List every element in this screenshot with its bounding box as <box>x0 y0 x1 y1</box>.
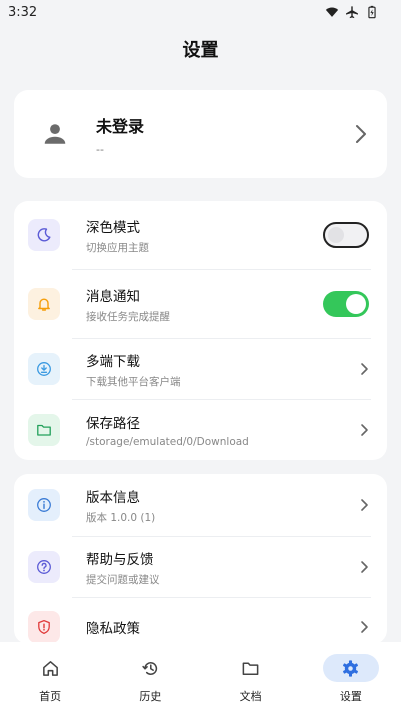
folder-icon <box>37 424 51 436</box>
chevron-right-icon <box>361 424 368 436</box>
help-icon <box>37 560 51 574</box>
folder-icon <box>242 662 259 675</box>
chevron-right-icon <box>361 561 368 573</box>
dark-mode-toggle[interactable] <box>323 222 369 248</box>
download-icon <box>37 362 51 376</box>
row-subtitle: 版本 1.0.0 (1) <box>86 511 156 524</box>
toggle-knob <box>346 294 366 314</box>
row-text: 隐私政策 <box>86 617 359 637</box>
row-title: 深色模式 <box>86 219 140 236</box>
row-title: 多端下载 <box>86 353 140 370</box>
about-row-help[interactable]: 帮助与反馈 提交问题或建议 <box>14 537 387 597</box>
status-icons <box>325 5 379 19</box>
chevron-right-icon <box>356 125 366 143</box>
user-icon <box>44 124 66 144</box>
bell-icon <box>38 298 50 311</box>
row-subtitle: 接收任务完成提醒 <box>86 310 170 323</box>
nav-item-home[interactable]: 首页 <box>0 642 100 713</box>
row-subtitle: /storage/emulated/0/Download <box>86 436 249 448</box>
battery-icon <box>368 5 376 19</box>
settings-row-save-path[interactable]: 保存路径 /storage/emulated/0/Download <box>14 400 387 460</box>
profile-sub: -- <box>96 142 104 156</box>
chevron-right-icon <box>361 363 368 375</box>
info-icon-box <box>28 489 60 521</box>
chevron-right-icon <box>361 621 368 633</box>
chevron-right-icon <box>361 499 368 511</box>
status-bar: 3:32 <box>0 0 401 24</box>
help-icon-box <box>28 551 60 583</box>
bottom-nav: 首页 历史 文档 设置 <box>0 642 401 713</box>
profile-name: 未登录 <box>96 116 145 136</box>
row-text: 多端下载 下载其他平台客户端 <box>86 350 359 389</box>
nav-item-history[interactable]: 历史 <box>100 642 200 713</box>
row-text: 保存路径 /storage/emulated/0/Download <box>86 412 359 448</box>
bell-icon-box <box>28 288 60 320</box>
settings-row-dark-mode[interactable]: 深色模式 切换应用主题 <box>14 201 387 269</box>
profile-text: 未登录 -- <box>96 113 353 156</box>
moon-icon <box>37 228 51 242</box>
nav-label: 设置 <box>339 690 362 703</box>
wifi-icon <box>325 7 339 17</box>
row-text: 消息通知 接收任务完成提醒 <box>86 285 323 324</box>
row-subtitle: 下载其他平台客户端 <box>86 375 181 388</box>
info-icon <box>37 498 51 512</box>
row-title: 保存路径 <box>86 416 140 432</box>
row-title: 隐私政策 <box>86 621 140 637</box>
airplane-icon <box>346 6 358 19</box>
settings-row-multi-download[interactable]: 多端下载 下载其他平台客户端 <box>14 339 387 399</box>
row-text: 帮助与反馈 提交问题或建议 <box>86 548 359 587</box>
row-subtitle: 切换应用主题 <box>86 241 149 254</box>
nav-icon-wrap <box>122 654 178 682</box>
toggle-knob <box>328 227 344 243</box>
nav-label: 首页 <box>39 690 62 703</box>
page-title: 设置 <box>182 40 219 61</box>
nav-label: 历史 <box>139 690 162 703</box>
home-icon <box>42 660 58 676</box>
moon-icon-box <box>28 219 60 251</box>
settings-row-notifications[interactable]: 消息通知 接收任务完成提醒 <box>14 270 387 338</box>
row-subtitle: 提交问题或建议 <box>86 573 160 586</box>
row-title: 帮助与反馈 <box>86 551 154 568</box>
nav-icon-wrap <box>322 654 379 682</box>
history-icon <box>142 661 158 675</box>
about-card: 版本信息 版本 1.0.0 (1) 帮助与反馈 提交问题或建议 隐私政策 <box>14 474 387 644</box>
nav-item-settings[interactable]: 设置 <box>301 642 401 713</box>
shield-icon <box>38 619 50 635</box>
download-icon-box <box>28 353 60 385</box>
row-text: 深色模式 切换应用主题 <box>86 216 323 255</box>
status-time: 3:32 <box>8 4 38 20</box>
about-row-version[interactable]: 版本信息 版本 1.0.0 (1) <box>14 474 387 536</box>
row-title: 版本信息 <box>86 489 140 506</box>
nav-icon-wrap <box>223 654 279 682</box>
about-row-privacy[interactable]: 隐私政策 <box>14 598 387 644</box>
row-title: 消息通知 <box>86 288 140 305</box>
row-text: 版本信息 版本 1.0.0 (1) <box>86 486 359 525</box>
shield-icon-box <box>28 611 60 643</box>
nav-icon-wrap <box>22 654 78 682</box>
nav-item-documents[interactable]: 文档 <box>201 642 301 713</box>
gear-icon <box>343 659 359 677</box>
nav-label: 文档 <box>239 690 262 703</box>
settings-card: 深色模式 切换应用主题 消息通知 接收任务完成提醒 多端下载 下载其他平台客户端 <box>14 201 387 460</box>
folder-icon-box <box>28 414 60 446</box>
notifications-toggle[interactable] <box>323 291 369 317</box>
profile-card[interactable]: 未登录 -- <box>14 90 387 178</box>
